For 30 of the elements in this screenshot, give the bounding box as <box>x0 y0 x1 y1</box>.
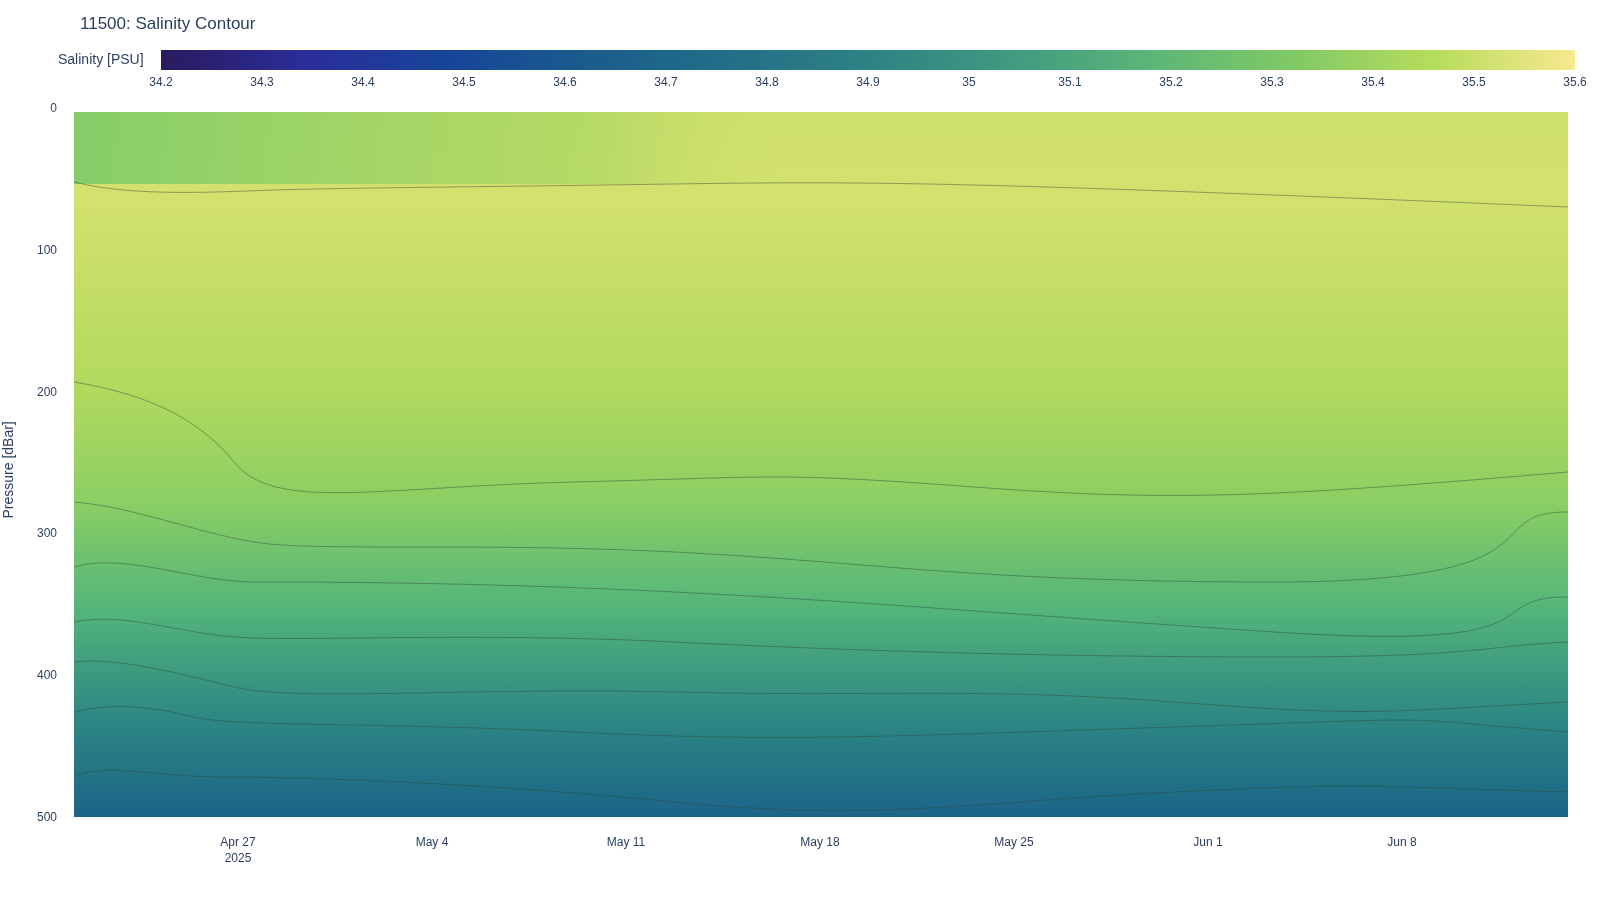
colorbar-tick-label: 34.8 <box>755 74 779 91</box>
colorbar-tick-label: 35.5 <box>1462 74 1486 91</box>
x-axis-tick-label: Jun 8 <box>1387 834 1417 850</box>
colorbar-tick-label: 34.7 <box>654 74 678 91</box>
x-axis-tick-label: May 18 <box>800 834 840 850</box>
x-axis-tick-label: May 25 <box>994 834 1034 850</box>
colorbar-label: Salinity [PSU] <box>58 50 144 69</box>
chart-title: 11500: Salinity Contour <box>80 13 256 35</box>
colorbar-tick-label: 35.4 <box>1361 74 1385 91</box>
y-axis-tick-label: 400 <box>36 667 57 685</box>
y-axis-tick-label: 500 <box>36 809 57 826</box>
colorbar-tick-label: 35 <box>962 74 976 91</box>
x-axis-tick-label: May 11 <box>606 834 646 850</box>
colorbar-tick-label: 35.2 <box>1159 74 1183 91</box>
y-axis-tick-label: 300 <box>36 525 57 543</box>
colorbar-tick-label: 34.9 <box>856 74 880 91</box>
x-axis-tick-label: Jun 1 <box>1193 834 1223 850</box>
colorbar-tick-label: 35.3 <box>1260 74 1284 91</box>
colorbar-tick-label: 34.2 <box>149 74 173 91</box>
colorbar-tick-label: 34.3 <box>250 74 274 91</box>
colorbar-tick-label: 35.1 <box>1058 74 1082 91</box>
y-axis-tick-label: 200 <box>36 383 57 401</box>
colorbar-tick-label: 35.6 <box>1563 74 1587 91</box>
x-axis-tick-label: May 4 <box>415 834 449 850</box>
colorbar-tick-label: 34.4 <box>351 74 375 91</box>
x-axis-tick-label: Apr 27 2025 <box>220 834 256 866</box>
y-axis-tick-label: 0 <box>50 100 57 117</box>
y-axis-tick-label: 100 <box>36 241 57 259</box>
colorbar-tick-label: 34.5 <box>452 74 476 91</box>
colorbar-tick-label: 34.6 <box>553 74 577 91</box>
